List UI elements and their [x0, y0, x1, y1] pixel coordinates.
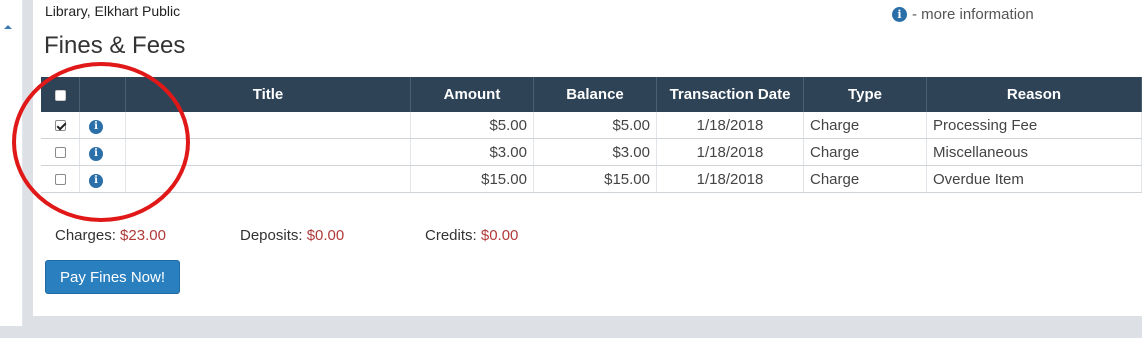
select-all-checkbox[interactable]	[54, 89, 66, 101]
balance-column-header[interactable]: Balance	[533, 77, 657, 112]
fine-type: Charge	[803, 138, 927, 166]
fine-balance: $5.00	[533, 112, 657, 139]
library-name: Library, Elkhart Public	[45, 3, 181, 19]
fine-reason: Miscellaneous	[926, 138, 1142, 166]
info-column-header	[79, 77, 126, 112]
select-all-header	[41, 77, 80, 112]
fines-table: Title Amount Balance Transaction Date Ty…	[41, 77, 1142, 193]
charges-total: Charges: $23.00	[55, 227, 166, 244]
fine-balance: $15.00	[533, 165, 657, 193]
fine-title	[125, 165, 411, 193]
transaction-date-column-header[interactable]: Transaction Date	[656, 77, 804, 112]
more-information-text: - more information	[912, 6, 1034, 23]
info-icon[interactable]: i	[89, 120, 103, 134]
info-icon[interactable]: i	[89, 147, 103, 161]
fine-reason: Overdue Item	[926, 165, 1142, 193]
fine-amount: $3.00	[410, 138, 534, 166]
left-sidebar-strip	[0, 0, 23, 326]
fine-date: 1/18/2018	[656, 112, 804, 139]
fine-reason: Processing Fee	[926, 112, 1142, 139]
collapse-caret-icon[interactable]	[4, 25, 12, 29]
amount-column-header[interactable]: Amount	[410, 77, 534, 112]
table-row: i $5.00 $5.00 1/18/2018 Charge Processin…	[41, 112, 1142, 139]
title-column-header[interactable]: Title	[125, 77, 411, 112]
fines-panel: Library, Elkhart Public i - more informa…	[33, 0, 1142, 316]
fine-amount: $5.00	[410, 112, 534, 139]
pay-fines-button[interactable]: Pay Fines Now!	[45, 260, 180, 294]
reason-column-header[interactable]: Reason	[926, 77, 1142, 112]
fine-balance: $3.00	[533, 138, 657, 166]
page-title: Fines & Fees	[44, 32, 186, 59]
info-icon: i	[892, 7, 907, 22]
fine-type: Charge	[803, 165, 927, 193]
credits-total: Credits: $0.00	[425, 227, 519, 244]
table-row: i $15.00 $15.00 1/18/2018 Charge Overdue…	[41, 165, 1142, 193]
row-checkbox[interactable]	[54, 147, 66, 159]
row-checkbox[interactable]	[54, 120, 66, 132]
fine-type: Charge	[803, 112, 927, 139]
more-information-legend: i - more information	[892, 6, 1034, 23]
fine-title	[125, 138, 411, 166]
table-row: i $3.00 $3.00 1/18/2018 Charge Miscellan…	[41, 138, 1142, 166]
fine-date: 1/18/2018	[656, 165, 804, 193]
deposits-total: Deposits: $0.00	[240, 227, 345, 244]
row-checkbox[interactable]	[54, 174, 66, 186]
type-column-header[interactable]: Type	[803, 77, 927, 112]
fine-date: 1/18/2018	[656, 138, 804, 166]
fine-title	[125, 112, 411, 139]
fine-amount: $15.00	[410, 165, 534, 193]
info-icon[interactable]: i	[89, 174, 103, 188]
table-header-row: Title Amount Balance Transaction Date Ty…	[41, 77, 1142, 112]
